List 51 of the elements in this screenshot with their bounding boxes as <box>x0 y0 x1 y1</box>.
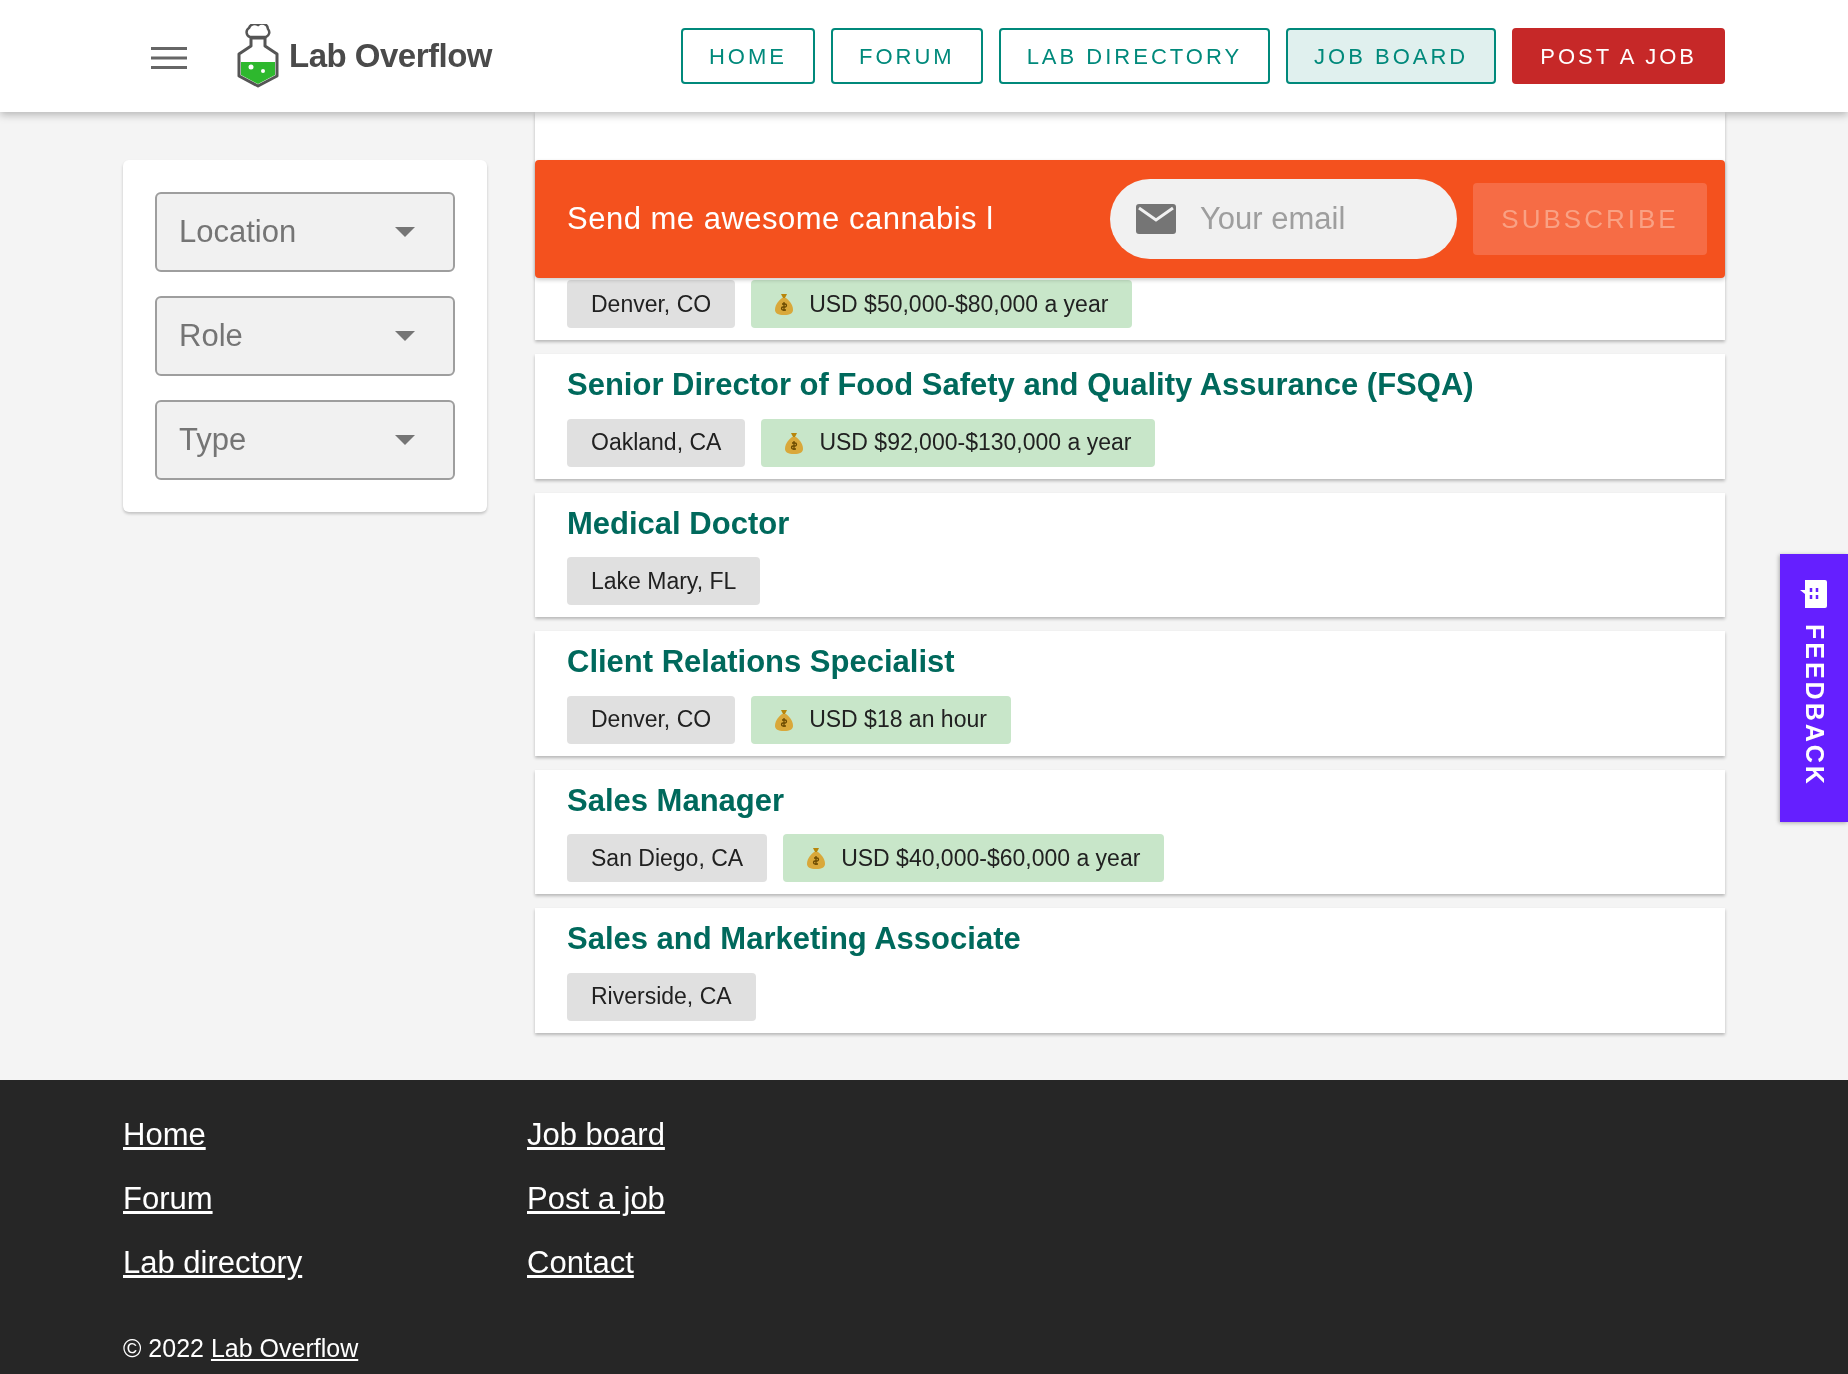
job-title[interactable]: Sales Manager <box>567 777 1693 824</box>
speech-bubble-icon <box>1799 578 1829 608</box>
job-title[interactable]: Sales and Marketing Associate <box>567 916 1693 963</box>
filter-select[interactable]: Location <box>155 192 455 272</box>
caret-icon <box>395 435 415 445</box>
footer-link[interactable]: Lab directory <box>123 1244 303 1282</box>
job-card[interactable]: Senior Director of Food Safety and Quality Assurance (FSQA) Oakland, CA USD $92,000-$130,000 a year <box>535 354 1725 479</box>
job-card[interactable]: Client Relations Specialist Denver, CO USD $18 an hour <box>535 631 1725 756</box>
footer-link[interactable]: Post a job <box>527 1180 665 1218</box>
copyright-link[interactable]: Lab Overflow <box>210 1334 359 1362</box>
location-tag: Lake Mary, FL <box>567 557 761 605</box>
footer-link[interactable]: Job board <box>527 1116 665 1154</box>
filter-select[interactable]: Type <box>155 400 455 480</box>
menu-icon[interactable] <box>151 45 187 67</box>
feedback-tab[interactable]: FEEDBACK <box>1780 554 1848 822</box>
nav-button[interactable]: HOME <box>680 28 815 84</box>
job-title[interactable]: Client Relations Specialist <box>567 639 1693 686</box>
footer-link[interactable]: Contact <box>527 1244 634 1282</box>
location-tag: Riverside, CA <box>567 972 756 1021</box>
brand-name[interactable]: Lab Overflow <box>289 31 493 81</box>
job-title[interactable]: Medical Doctor <box>567 500 1693 547</box>
flask-logo-icon[interactable] <box>235 24 281 88</box>
money-bag-icon <box>775 293 794 315</box>
caret-icon <box>395 227 415 237</box>
subscribe-text: Send me awesome cannabis l <box>567 199 995 238</box>
money-bag-icon <box>785 431 804 454</box>
job-card[interactable]: Medical Doctor Lake Mary, FL <box>535 492 1725 617</box>
filter-select[interactable]: Role <box>155 296 455 376</box>
salary-tag: USD $92,000-$130,000 a year <box>761 418 1156 467</box>
feedback-label: FEEDBACK <box>1799 624 1830 787</box>
salary-tag: USD $50,000-$80,000 a year <box>751 280 1133 328</box>
nav-button[interactable]: POST A JOB <box>1512 28 1725 84</box>
caret-icon <box>395 331 415 341</box>
nav-button[interactable]: FORUM <box>830 28 983 84</box>
nav-button[interactable]: JOB BOARD <box>1286 28 1497 84</box>
job-card[interactable]: Sales Manager San Diego, CA USD $40,000-$60,000 a year <box>535 769 1725 894</box>
job-title[interactable]: Senior Director of Food Safety and Quality Assurance (FSQA) <box>567 362 1693 409</box>
location-tag: San Diego, CA <box>567 834 768 882</box>
location-tag: Denver, CO <box>567 280 736 328</box>
salary-tag: USD $18 an hour <box>751 695 1011 744</box>
money-bag-icon <box>775 708 794 731</box>
location-tag: Denver, CO <box>567 695 736 744</box>
nav-button[interactable]: LAB DIRECTORY <box>998 28 1271 84</box>
location-tag: Oakland, CA <box>567 418 746 467</box>
footer-link[interactable]: Home <box>123 1116 206 1154</box>
envelope-icon <box>1136 204 1176 234</box>
job-card[interactable]: Sales and Marketing Associate Riverside, CA <box>535 908 1725 1033</box>
salary-tag: USD $40,000-$60,000 a year <box>783 834 1165 882</box>
money-bag-icon <box>807 847 826 869</box>
copyright-text: © 2022 Lab Overflow <box>123 1333 359 1364</box>
footer-link[interactable]: Forum <box>123 1180 213 1218</box>
